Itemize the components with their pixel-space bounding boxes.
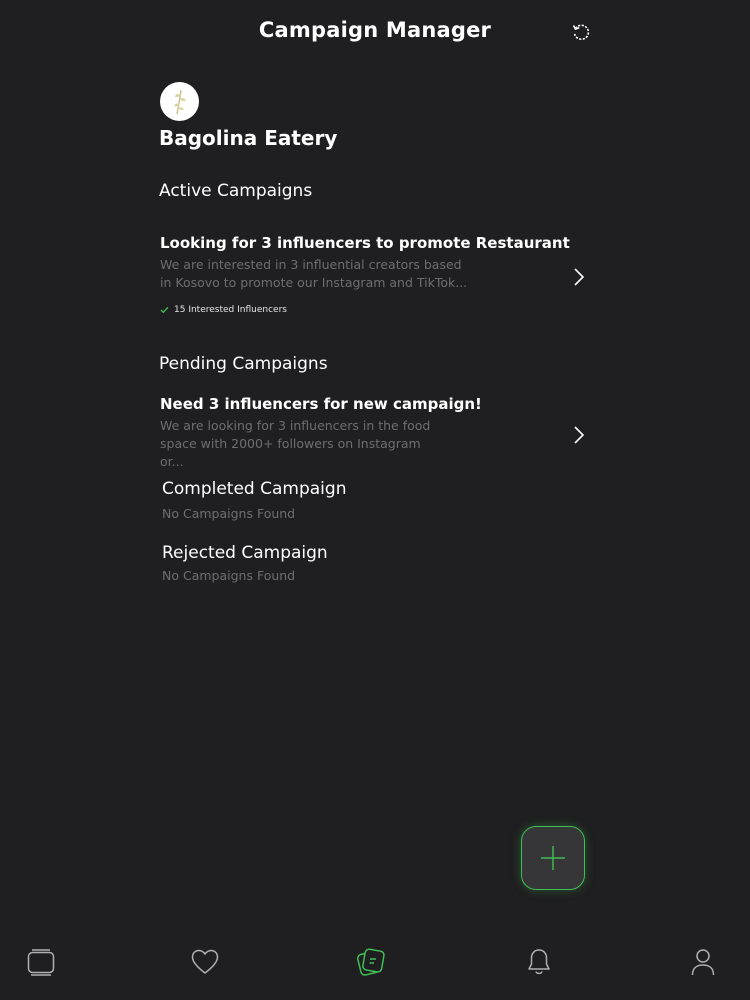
plant-logo-icon [174,89,185,114]
refresh-icon [572,24,590,41]
tab-cards[interactable] [23,944,59,980]
active-campaigns-heading: Active Campaigns [159,181,313,201]
tab-notifications[interactable] [521,944,557,980]
bottom-tab-bar [0,930,750,1000]
campaign-title: Looking for 3 influencers to promote Res… [160,234,570,252]
pending-campaigns-heading: Pending Campaigns [159,354,328,374]
heart-icon [191,949,219,974]
campaign-manager-screen: Campaign Manager Bagolina Eatery Active … [0,0,750,1000]
active-campaign-card[interactable]: Looking for 3 influencers to promote Res… [160,234,600,315]
cards-icon [27,949,55,976]
page-title: Campaign Manager [258,18,492,42]
profile-icon [691,949,715,976]
campaign-description: We are interested in 3 influential creat… [160,257,468,290]
refresh-button[interactable] [569,20,593,44]
rejected-campaign-heading: Rejected Campaign [162,543,328,563]
bell-icon [528,949,550,975]
tab-favorites[interactable] [187,944,223,980]
campaigns-icon [356,948,385,976]
completed-campaign-heading: Completed Campaign [162,479,347,499]
campaign-description: We are looking for 3 influencers in the … [160,418,431,469]
add-campaign-button[interactable] [521,826,585,890]
business-name: Bagolina Eatery [159,126,338,150]
tab-profile[interactable] [685,944,721,980]
chevron-right-icon [571,266,587,288]
chevron-right-icon [571,424,587,446]
check-icon [160,306,169,314]
interested-count: 15 Interested Influencers [160,305,600,315]
pending-campaign-card[interactable]: Need 3 influencers for new campaign! We … [160,395,600,471]
avatar[interactable] [160,82,199,121]
tab-campaigns[interactable] [353,944,389,980]
interested-label: 15 Interested Influencers [174,305,287,315]
completed-empty-text: No Campaigns Found [162,506,296,521]
rejected-empty-text: No Campaigns Found [162,568,296,583]
campaign-title: Need 3 influencers for new campaign! [160,395,482,413]
plus-icon [541,846,565,870]
